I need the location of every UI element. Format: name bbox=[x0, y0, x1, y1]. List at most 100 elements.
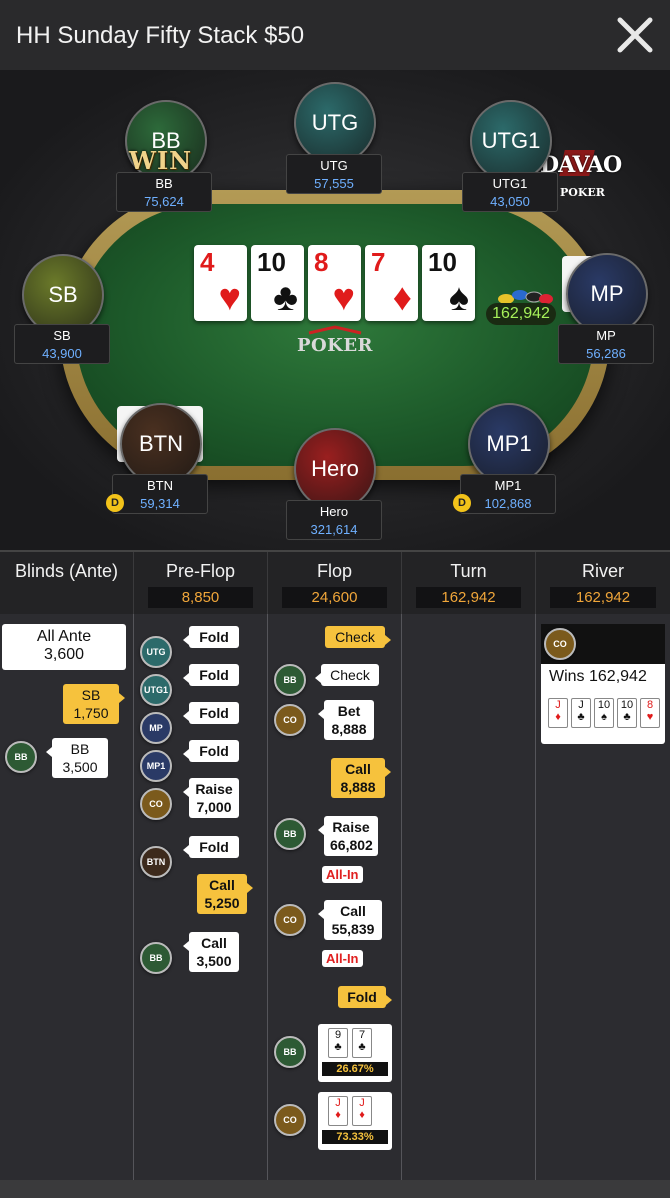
flop-co-bet: Bet 8,888 bbox=[318, 700, 374, 740]
bb-blind-action: BB 3,500 bbox=[46, 738, 108, 778]
seat-avatar-hero[interactable]: Hero bbox=[294, 428, 376, 510]
co-showdown-chip: CO bbox=[274, 1104, 306, 1136]
showdown-card: 9 ♣ bbox=[328, 1028, 348, 1058]
dealer-button-icon: D bbox=[453, 494, 471, 512]
street-label: Blinds (Ante) bbox=[14, 561, 119, 581]
board-card: 8 ♥ bbox=[308, 245, 361, 321]
street-header-3: Turn 162,942 bbox=[402, 552, 536, 616]
street-label: Pre-Flop bbox=[165, 561, 236, 581]
board-card: 7 ♦ bbox=[365, 245, 418, 321]
showdown-card: 7 ♣ bbox=[352, 1028, 372, 1058]
flop-hero-check: Check bbox=[325, 626, 391, 648]
seat-name: SB bbox=[53, 328, 71, 343]
seat-plate-utg1: UTG1 43,050 bbox=[462, 172, 558, 212]
felt-logo: POKER bbox=[280, 325, 390, 356]
showdown-card: J ♦ bbox=[328, 1096, 348, 1126]
sb-blind-action: SB 1,750 bbox=[63, 684, 125, 724]
footer-scrollbar[interactable] bbox=[0, 1180, 670, 1198]
preflop-action-utg: Fold bbox=[183, 626, 239, 648]
seat-avatar-utg[interactable]: UTG bbox=[294, 82, 376, 164]
seat-plate-mp: MP 56,286 bbox=[558, 324, 654, 364]
all-in-badge: All-In bbox=[322, 950, 363, 967]
preflop-chip-co: CO bbox=[140, 788, 172, 820]
winning-card: 8 ♥ bbox=[640, 698, 660, 728]
equity-badge: 26.67% bbox=[322, 1062, 388, 1076]
preflop-chip-utg: UTG bbox=[140, 636, 172, 668]
winning-card: J ♦ bbox=[548, 698, 568, 728]
flop-hero-call: Call 8,888 bbox=[331, 758, 391, 798]
seat-name: Hero bbox=[319, 504, 349, 519]
preflop-chip-btn: BTN bbox=[140, 846, 172, 878]
board-card: 10 ♣ bbox=[251, 245, 304, 321]
board-card: 10 ♠ bbox=[422, 245, 475, 321]
all-in-badge: All-In bbox=[322, 866, 363, 883]
preflop-action-mp1: Fold bbox=[183, 740, 239, 762]
seat-avatar-btn[interactable]: BTN bbox=[120, 403, 202, 485]
flop-bb-raise: Raise 66,802 bbox=[318, 816, 378, 856]
page-title: HH Sunday Fifty Stack $50 bbox=[16, 22, 305, 49]
seat-name: BTN bbox=[147, 478, 173, 493]
seat-name: UTG bbox=[320, 158, 348, 173]
street-header-1: Pre-Flop 8,850 bbox=[134, 552, 268, 616]
seat-avatar-mp1[interactable]: MP1 bbox=[468, 403, 550, 485]
winning-card: 10 ♣ bbox=[617, 698, 637, 728]
flop-bb-check: Check bbox=[315, 664, 379, 686]
preflop-action-bb: Call 3,500 bbox=[183, 932, 239, 972]
seat-plate-utg: UTG 57,555 bbox=[286, 154, 382, 194]
seat-avatar-mp[interactable]: MP bbox=[566, 253, 648, 335]
flop-co-call: Call 55,839 bbox=[318, 900, 382, 940]
co-showdown: J ♦ J ♦ 73.33% bbox=[318, 1092, 392, 1150]
winner-chip: CO bbox=[544, 628, 576, 660]
street-pot: 162,942 bbox=[550, 587, 656, 608]
flop-chip-bb-2: BB bbox=[274, 818, 306, 850]
seat-stack: 43,900 bbox=[42, 346, 82, 361]
seat-avatar-utg1[interactable]: UTG1 bbox=[470, 100, 552, 182]
seat-stack: 56,286 bbox=[586, 346, 626, 361]
showdown-card: J ♦ bbox=[352, 1096, 372, 1126]
column-turn bbox=[402, 614, 536, 1180]
seat-name: UTG1 bbox=[492, 176, 528, 191]
flop-chip-co: CO bbox=[274, 704, 306, 736]
preflop-action-utg1: Fold bbox=[183, 664, 239, 686]
ante-box: All Ante 3,600 bbox=[2, 624, 126, 670]
preflop-chip-bb: BB bbox=[140, 942, 172, 974]
winning-card: J ♣ bbox=[571, 698, 591, 728]
seat-stack: 59,314 bbox=[140, 496, 180, 511]
preflop-action-mp: Fold bbox=[183, 702, 239, 724]
seat-plate-mp1: MP1 102,868 bbox=[460, 474, 556, 514]
street-pot: 24,600 bbox=[282, 587, 387, 608]
street-pot: 162,942 bbox=[416, 587, 521, 608]
seat-plate-bb: BB 75,624 bbox=[116, 172, 212, 212]
street-header-row: Blinds (Ante) Pre-Flop 8,850 Flop 24,600 Turn… bbox=[0, 550, 670, 616]
equity-badge: 73.33% bbox=[322, 1130, 388, 1144]
board-card: 4 ♥ bbox=[194, 245, 247, 321]
seat-name: BB bbox=[155, 176, 173, 191]
street-label: River bbox=[581, 561, 624, 581]
dealer-button-icon: D bbox=[106, 494, 124, 512]
street-header-2: Flop 24,600 bbox=[268, 552, 402, 616]
hand-history-screen: HH Sunday Fifty Stack $50 DAVAO POKER PO… bbox=[0, 0, 670, 1198]
winning-card: 10 ♠ bbox=[594, 698, 614, 728]
preflop-chip-mp1: MP1 bbox=[140, 750, 172, 782]
bb-showdown: 9 ♣ 7 ♣ 26.67% bbox=[318, 1024, 392, 1082]
street-header-0: Blinds (Ante) bbox=[0, 552, 134, 616]
street-header-4: River 162,942 bbox=[536, 552, 670, 616]
winner-panel: CO Wins 162,942 J ♦ J ♣ 10 ♠ 10 ♣ 8 ♥ bbox=[541, 624, 665, 744]
seat-plate-hero: Hero 321,614 bbox=[286, 500, 382, 540]
seat-stack: 321,614 bbox=[310, 522, 358, 537]
main-pot: 162,942 bbox=[486, 303, 556, 325]
win-badge: WIN bbox=[129, 146, 193, 175]
street-label: Flop bbox=[316, 561, 352, 581]
seat-name: MP bbox=[596, 328, 616, 343]
seat-plate-btn: BTN 59,314 bbox=[112, 474, 208, 514]
preflop-action-hero: Call 5,250 bbox=[197, 874, 253, 914]
flop-chip-bb: BB bbox=[274, 664, 306, 696]
close-icon[interactable] bbox=[614, 14, 656, 56]
winner-text: Wins 162,942 bbox=[549, 668, 647, 685]
bb-showdown-chip: BB bbox=[274, 1036, 306, 1068]
preflop-action-co: Raise 7,000 bbox=[183, 778, 239, 818]
action-log: All Ante 3,600 SB 1,750 BB BB 3,500 UTG Fol… bbox=[0, 614, 670, 1180]
seat-name: MP1 bbox=[494, 478, 522, 493]
flop-hero-fold: Fold bbox=[338, 986, 392, 1008]
street-pot: 8,850 bbox=[148, 587, 253, 608]
